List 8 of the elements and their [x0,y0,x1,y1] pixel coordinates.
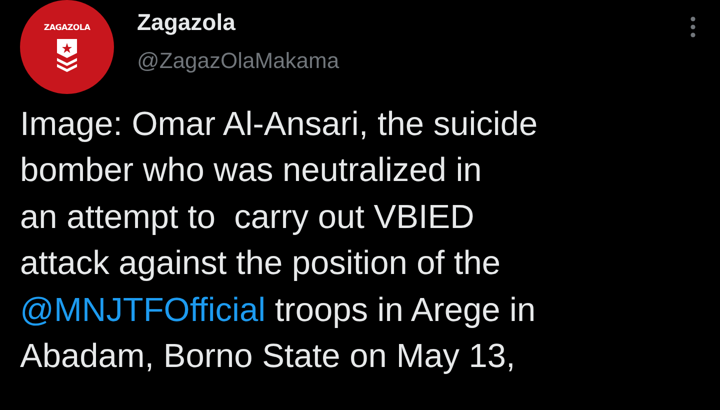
mention-link[interactable]: @MNJTFOfficial [20,292,266,329]
chevron-badge-icon [56,38,78,72]
author-name[interactable]: Zagazola [137,8,236,36]
more-options-icon[interactable] [690,16,696,38]
avatar-label: ZAGAZOLA [44,22,90,32]
avatar[interactable]: ZAGAZOLA [20,0,114,94]
tweet-text: Image: Omar Al-Ansari, the suicide bomber who was neutralized in an attempt to carry out VBIED attack against the position of the @MNJTFOfficial troops in Arege in Abadam, Borno State on May 13, [20,105,539,378]
author-handle[interactable]: @ZagazOlaMakama [137,47,340,75]
